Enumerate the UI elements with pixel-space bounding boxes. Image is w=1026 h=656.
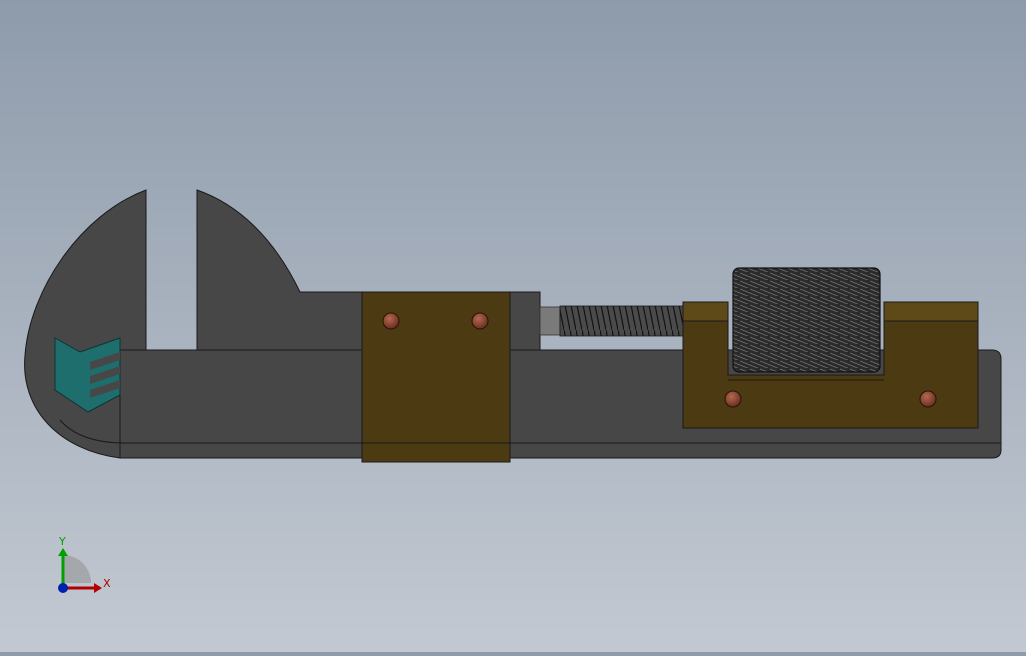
bracket-top-left	[682, 301, 729, 322]
rivet	[919, 390, 937, 408]
rivet	[382, 312, 400, 330]
adjusting-spring[interactable]	[559, 305, 686, 337]
triad-plane-arc	[63, 555, 91, 583]
bracket-top-right	[883, 301, 979, 322]
sliding-sleeve[interactable]	[361, 291, 511, 463]
z-axis-origin	[58, 583, 68, 593]
model-canvas[interactable]: X Y	[0, 0, 1026, 652]
triad-y-label: Y	[58, 535, 66, 548]
triad-x-label: X	[103, 577, 111, 590]
knurled-adjusting-nut[interactable]	[732, 267, 881, 373]
rivet	[724, 390, 742, 408]
graphics-viewport[interactable]: X Y	[0, 0, 1026, 652]
coordinate-triad: X Y	[58, 535, 111, 593]
screw-tip	[539, 306, 561, 336]
jaw-slot	[146, 190, 197, 350]
rivet	[471, 312, 489, 330]
